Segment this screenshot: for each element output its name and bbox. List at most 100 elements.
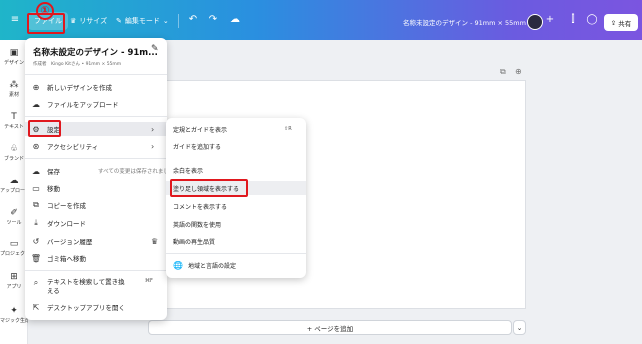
edit-title-icon[interactable]: ✎	[151, 44, 159, 54]
menu-item-label: コピーを作成	[47, 202, 86, 210]
share-button[interactable]: ⇪ 共有	[604, 14, 638, 31]
settings-highlight-box	[28, 120, 61, 137]
elements-icon: ⁂	[9, 80, 19, 90]
menu-item-find-replace[interactable]: ⌕ テキストを検索して置き換える ⌘F	[25, 276, 167, 298]
sidebar-item-design[interactable]: ▣ デザイン	[0, 48, 28, 66]
chevron-down-icon[interactable]: ⌄	[513, 320, 526, 335]
file-highlight-box	[27, 13, 65, 34]
menu-item-label: テキストを検索して置き換える	[47, 278, 125, 295]
analytics-icon[interactable]: ⫿	[566, 13, 580, 27]
submenu-item-show-comments[interactable]: コメントを表示する	[166, 199, 306, 213]
trash-icon: 🗑	[30, 253, 42, 263]
shortcut-label: ⇧R	[284, 126, 292, 132]
menu-item-label: 移動	[47, 185, 60, 193]
folder-icon: ▭	[9, 239, 19, 249]
submenu-item-label: 余白を表示	[173, 167, 204, 175]
divider	[25, 158, 167, 159]
apps-icon: ⊞	[10, 272, 18, 282]
submenu-item-rulers-guides[interactable]: 定規とガイドを表示 ⇧R	[166, 122, 306, 136]
history-icon: ↺	[32, 236, 40, 246]
submenu-item-label: ガイドを追加する	[173, 143, 222, 151]
globe-icon: 🌐	[173, 260, 183, 270]
resize-button[interactable]: ♛ リサイズ	[70, 12, 107, 30]
divider	[25, 270, 167, 271]
add-collaborator-icon[interactable]: +	[543, 13, 557, 27]
menu-item-make-copy[interactable]: ⧉ コピーを作成	[25, 198, 167, 212]
submenu-item-video-quality[interactable]: 動画の再生品質	[166, 234, 306, 248]
submenu-item-region-language[interactable]: 🌐 地域と言語の設定	[166, 258, 306, 272]
undo-icon[interactable]: ↶	[186, 13, 200, 27]
submenu-item-english-functions[interactable]: 英語の関数を使用	[166, 217, 306, 231]
sidebar-item-draw[interactable]: ✐ ツール	[0, 208, 28, 226]
menu-item-new-design[interactable]: ⊕ 新しいデザインを作成	[25, 80, 167, 94]
chevron-down-icon: ⌄	[162, 17, 169, 25]
edit-mode-button[interactable]: ✎ 編集モード ⌄	[116, 12, 169, 30]
sidebar-item-magic[interactable]: ✦ マジック生成	[0, 306, 28, 324]
external-link-icon: ⇱	[32, 302, 40, 312]
new-design-icon: ⊕	[32, 82, 40, 92]
brand-icon: ♧	[9, 144, 19, 154]
avatar[interactable]	[527, 14, 543, 30]
chevron-right-icon: ›	[151, 141, 155, 151]
menu-item-version-history[interactable]: ↺ バージョン履歴 ♛	[25, 234, 167, 248]
sidebar-item-text[interactable]: T テキスト	[0, 112, 28, 130]
menu-icon[interactable]: ≡	[8, 13, 22, 27]
menu-item-save[interactable]: ☁ 保存 すべての変更は保存されました	[25, 164, 174, 178]
sidebar-item-apps[interactable]: ⊞ アプリ	[0, 272, 28, 290]
menu-item-label: ゴミ箱へ移動	[47, 255, 86, 263]
divider	[166, 253, 306, 254]
sidebar-item-upload[interactable]: ☁ アップロード	[0, 176, 28, 194]
add-page-icon[interactable]: ⊕	[515, 67, 522, 76]
settings-submenu: 定規とガイドを表示 ⇧R ガイドを追加する 余白を表示 塗り足し領域を表示する …	[166, 118, 306, 278]
sidebar-item-label: デザイン	[3, 60, 24, 66]
menu-item-label: デスクトップアプリを開く	[47, 304, 125, 312]
bleed-highlight-box	[170, 179, 248, 197]
submenu-item-label: 動画の再生品質	[173, 238, 216, 246]
save-status-hint: すべての変更は保存されました	[98, 169, 175, 175]
sidebar-item-label: ブランド	[3, 156, 24, 162]
divider	[25, 74, 167, 75]
sidebar-item-elements[interactable]: ⁂ 素材	[0, 80, 28, 98]
redo-icon[interactable]: ↷	[206, 13, 220, 27]
menu-item-label: 新しいデザインを作成	[47, 84, 112, 92]
menu-item-move[interactable]: ▭ 移動	[25, 181, 167, 195]
submenu-item-show-margins[interactable]: 余白を表示	[166, 163, 306, 177]
draw-icon: ✐	[10, 208, 18, 218]
menu-design-title[interactable]: 名称未設定のデザイン - 91m...	[33, 46, 158, 58]
sidebar-item-label: プロジェクト	[0, 251, 28, 257]
pencil-icon: ✎	[116, 17, 122, 25]
chevron-right-icon: ›	[151, 124, 155, 134]
submenu-item-add-guides[interactable]: ガイドを追加する	[166, 139, 306, 153]
comment-icon[interactable]: ◯	[585, 13, 599, 27]
menu-item-label: アクセシビリティ	[47, 143, 99, 151]
menu-item-desktop-app[interactable]: ⇱ デスクトップアプリを開く	[25, 300, 167, 314]
edit-mode-label: 編集モード	[124, 17, 160, 25]
sidebar-item-brand[interactable]: ♧ ブランド	[0, 144, 28, 162]
menu-item-label: バージョン履歴	[47, 238, 93, 246]
sidebar-item-label: アプリ	[6, 284, 22, 290]
file-menu: 名称未設定のデザイン - 91m... ✎ 作成者 Kingo Kitさん • …	[25, 38, 174, 320]
duplicate-page-icon[interactable]: ⧉	[500, 67, 506, 77]
cloud-check-icon: ☁	[32, 166, 40, 176]
menu-item-label: ファイルをアップロード	[47, 101, 119, 109]
menu-item-label: 保存	[47, 168, 60, 176]
sidebar-item-projects[interactable]: ▭ プロジェクト	[0, 239, 28, 257]
menu-item-upload-files[interactable]: ☁ ファイルをアップロード	[25, 97, 167, 111]
copy-icon: ⧉	[33, 200, 39, 209]
shortcut-label: ⌘F	[145, 278, 153, 284]
upload-icon: ☁	[9, 176, 19, 186]
add-page-button[interactable]: + ページを追加	[148, 320, 512, 335]
text-icon: T	[11, 112, 17, 122]
sidebar-item-label: マジック生成	[0, 318, 28, 324]
cloud-saved-icon[interactable]: ☁	[228, 13, 242, 27]
crown-icon: ♛	[70, 17, 77, 25]
folder-icon: ▭	[32, 183, 40, 193]
share-label: 共有	[618, 19, 632, 28]
menu-design-subtitle: 作成者 Kingo Kitさん • 91mm × 55mm	[33, 62, 122, 67]
menu-item-trash[interactable]: 🗑 ゴミ箱へ移動	[25, 251, 167, 265]
sidebar-item-label: アップロード	[0, 188, 28, 194]
menu-item-accessibility[interactable]: ⊛ アクセシビリティ ›	[25, 139, 167, 153]
upload-icon: ☁	[32, 99, 40, 109]
menu-item-download[interactable]: ⤓ ダウンロード	[25, 216, 167, 230]
menu-item-label: ダウンロード	[47, 220, 86, 228]
